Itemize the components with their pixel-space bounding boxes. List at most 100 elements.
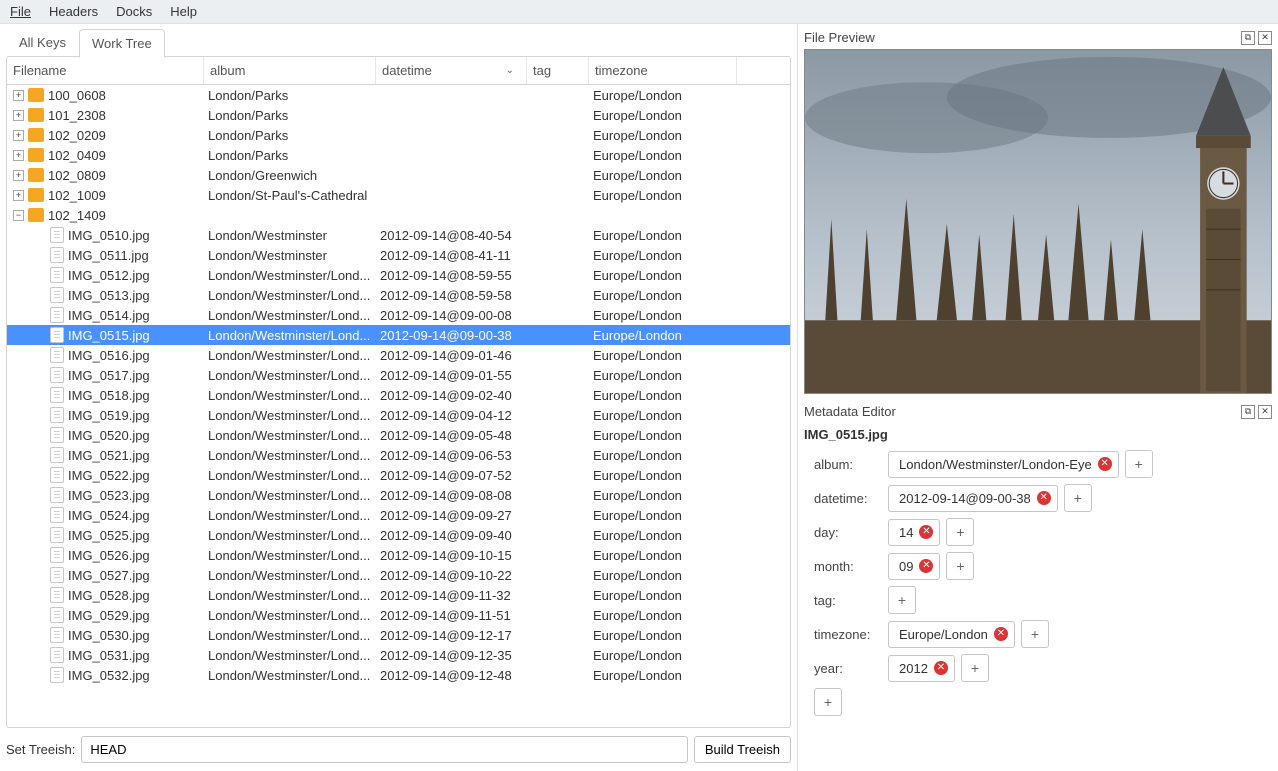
expand-icon[interactable]: + bbox=[13, 190, 24, 201]
timezone-cell: Europe/London bbox=[589, 448, 737, 463]
table-row[interactable]: IMG_0516.jpgLondon/Westminster/Lond...20… bbox=[7, 345, 790, 365]
table-row[interactable]: +102_0409London/ParksEurope/London bbox=[7, 145, 790, 165]
add-timezone-button[interactable]: + bbox=[1021, 620, 1049, 648]
file-icon bbox=[50, 667, 64, 683]
meta-value-timezone[interactable]: Europe/London✕ bbox=[888, 621, 1015, 648]
col-header-filename[interactable]: Filename bbox=[7, 57, 204, 84]
table-row[interactable]: IMG_0511.jpgLondon/Westminster2012-09-14… bbox=[7, 245, 790, 265]
expand-icon[interactable]: + bbox=[13, 130, 24, 141]
table-row[interactable]: IMG_0517.jpgLondon/Westminster/Lond...20… bbox=[7, 365, 790, 385]
filename-label: 102_0409 bbox=[48, 148, 106, 163]
delete-icon[interactable]: ✕ bbox=[934, 661, 948, 675]
col-header-tag[interactable]: tag bbox=[527, 57, 589, 84]
preview-close-icon[interactable]: ✕ bbox=[1258, 31, 1272, 45]
table-row[interactable]: +100_0608London/ParksEurope/London bbox=[7, 85, 790, 105]
menu-headers[interactable]: Headers bbox=[49, 4, 98, 19]
file-icon bbox=[50, 527, 64, 543]
table-row[interactable]: IMG_0529.jpgLondon/Westminster/Lond...20… bbox=[7, 605, 790, 625]
filename-label: IMG_0525.jpg bbox=[68, 528, 150, 543]
col-header-datetime[interactable]: datetime ⌄ bbox=[376, 57, 527, 84]
add-album-button[interactable]: + bbox=[1125, 450, 1153, 478]
meta-value-day[interactable]: 14✕ bbox=[888, 519, 940, 546]
timezone-cell: Europe/London bbox=[589, 108, 737, 123]
tab-all-keys[interactable]: All Keys bbox=[6, 28, 79, 57]
metadata-editor: Metadata Editor ⧉ ✕ IMG_0515.jpg album:L… bbox=[804, 402, 1272, 763]
table-row[interactable]: IMG_0524.jpgLondon/Westminster/Lond...20… bbox=[7, 505, 790, 525]
timezone-cell: Europe/London bbox=[589, 588, 737, 603]
table-row[interactable]: −102_1409 bbox=[7, 205, 790, 225]
table-row[interactable]: IMG_0530.jpgLondon/Westminster/Lond...20… bbox=[7, 625, 790, 645]
table-row[interactable]: IMG_0515.jpgLondon/Westminster/Lond...20… bbox=[7, 325, 790, 345]
meta-value-month[interactable]: 09✕ bbox=[888, 553, 940, 580]
add-field-button[interactable]: + bbox=[814, 688, 842, 716]
preview-detach-icon[interactable]: ⧉ bbox=[1241, 31, 1255, 45]
col-header-timezone[interactable]: timezone bbox=[589, 57, 737, 84]
editor-detach-icon[interactable]: ⧉ bbox=[1241, 405, 1255, 419]
table-row[interactable]: IMG_0526.jpgLondon/Westminster/Lond...20… bbox=[7, 545, 790, 565]
folder-icon bbox=[28, 128, 44, 142]
tab-work-tree[interactable]: Work Tree bbox=[79, 29, 165, 58]
table-row[interactable]: IMG_0514.jpgLondon/Westminster/Lond...20… bbox=[7, 305, 790, 325]
filename-label: IMG_0522.jpg bbox=[68, 468, 150, 483]
datetime-cell: 2012-09-14@09-05-48 bbox=[376, 428, 527, 443]
album-cell: London/Westminster/Lond... bbox=[204, 468, 376, 483]
table-row[interactable]: IMG_0518.jpgLondon/Westminster/Lond...20… bbox=[7, 385, 790, 405]
expand-icon[interactable]: + bbox=[13, 170, 24, 181]
add-year-button[interactable]: + bbox=[961, 654, 989, 682]
meta-value-album[interactable]: London/Westminster/London-Eye✕ bbox=[888, 451, 1119, 478]
menu-docks[interactable]: Docks bbox=[116, 4, 152, 19]
table-row[interactable]: IMG_0519.jpgLondon/Westminster/Lond...20… bbox=[7, 405, 790, 425]
add-datetime-button[interactable]: + bbox=[1064, 484, 1092, 512]
menu-help[interactable]: Help bbox=[170, 4, 197, 19]
add-day-button[interactable]: + bbox=[946, 518, 974, 546]
timezone-cell: Europe/London bbox=[589, 668, 737, 683]
col-header-album[interactable]: album bbox=[204, 57, 376, 84]
collapse-icon[interactable]: − bbox=[13, 210, 24, 221]
table-row[interactable]: IMG_0522.jpgLondon/Westminster/Lond...20… bbox=[7, 465, 790, 485]
delete-icon[interactable]: ✕ bbox=[919, 559, 933, 573]
expand-icon[interactable]: + bbox=[13, 90, 24, 101]
table-row[interactable]: IMG_0523.jpgLondon/Westminster/Lond...20… bbox=[7, 485, 790, 505]
delete-icon[interactable]: ✕ bbox=[1098, 457, 1112, 471]
table-row[interactable]: IMG_0528.jpgLondon/Westminster/Lond...20… bbox=[7, 585, 790, 605]
menu-file[interactable]: File bbox=[10, 4, 31, 19]
table-row[interactable]: +102_1009London/St-Paul's-CathedralEurop… bbox=[7, 185, 790, 205]
meta-value-datetime[interactable]: 2012-09-14@09-00-38✕ bbox=[888, 485, 1058, 512]
file-icon bbox=[50, 467, 64, 483]
table-row[interactable]: IMG_0512.jpgLondon/Westminster/Lond...20… bbox=[7, 265, 790, 285]
album-cell: London/Westminster/Lond... bbox=[204, 668, 376, 683]
meta-row-datetime: datetime:2012-09-14@09-00-38✕+ bbox=[814, 484, 1272, 512]
add-tag-button[interactable]: + bbox=[888, 586, 916, 614]
album-cell: London/Westminster/Lond... bbox=[204, 308, 376, 323]
table-row[interactable]: IMG_0520.jpgLondon/Westminster/Lond...20… bbox=[7, 425, 790, 445]
file-icon bbox=[50, 267, 64, 283]
table-row[interactable]: IMG_0531.jpgLondon/Westminster/Lond...20… bbox=[7, 645, 790, 665]
table-row[interactable]: IMG_0525.jpgLondon/Westminster/Lond...20… bbox=[7, 525, 790, 545]
set-treeish-input[interactable] bbox=[81, 736, 687, 763]
table-row[interactable]: IMG_0532.jpgLondon/Westminster/Lond...20… bbox=[7, 665, 790, 685]
timezone-cell: Europe/London bbox=[589, 488, 737, 503]
filename-label: IMG_0527.jpg bbox=[68, 568, 150, 583]
editor-close-icon[interactable]: ✕ bbox=[1258, 405, 1272, 419]
delete-icon[interactable]: ✕ bbox=[1037, 491, 1051, 505]
table-body[interactable]: +100_0608London/ParksEurope/London+101_2… bbox=[7, 85, 790, 727]
filename-label: IMG_0521.jpg bbox=[68, 448, 150, 463]
add-month-button[interactable]: + bbox=[946, 552, 974, 580]
table-row[interactable]: IMG_0521.jpgLondon/Westminster/Lond...20… bbox=[7, 445, 790, 465]
delete-icon[interactable]: ✕ bbox=[919, 525, 933, 539]
meta-value-year[interactable]: 2012✕ bbox=[888, 655, 955, 682]
table-row[interactable]: +102_0209London/ParksEurope/London bbox=[7, 125, 790, 145]
expand-icon[interactable]: + bbox=[13, 150, 24, 161]
set-treeish-label: Set Treeish: bbox=[6, 742, 75, 757]
table-row[interactable]: IMG_0510.jpgLondon/Westminster2012-09-14… bbox=[7, 225, 790, 245]
delete-icon[interactable]: ✕ bbox=[994, 627, 1008, 641]
table-row[interactable]: IMG_0527.jpgLondon/Westminster/Lond...20… bbox=[7, 565, 790, 585]
expand-icon[interactable]: + bbox=[13, 110, 24, 121]
datetime-cell: 2012-09-14@09-02-40 bbox=[376, 388, 527, 403]
filename-label: IMG_0532.jpg bbox=[68, 668, 150, 683]
build-treeish-button[interactable]: Build Treeish bbox=[694, 736, 791, 763]
table-row[interactable]: +101_2308London/ParksEurope/London bbox=[7, 105, 790, 125]
album-cell: London/Westminster/Lond... bbox=[204, 448, 376, 463]
table-row[interactable]: IMG_0513.jpgLondon/Westminster/Lond...20… bbox=[7, 285, 790, 305]
table-row[interactable]: +102_0809London/GreenwichEurope/London bbox=[7, 165, 790, 185]
